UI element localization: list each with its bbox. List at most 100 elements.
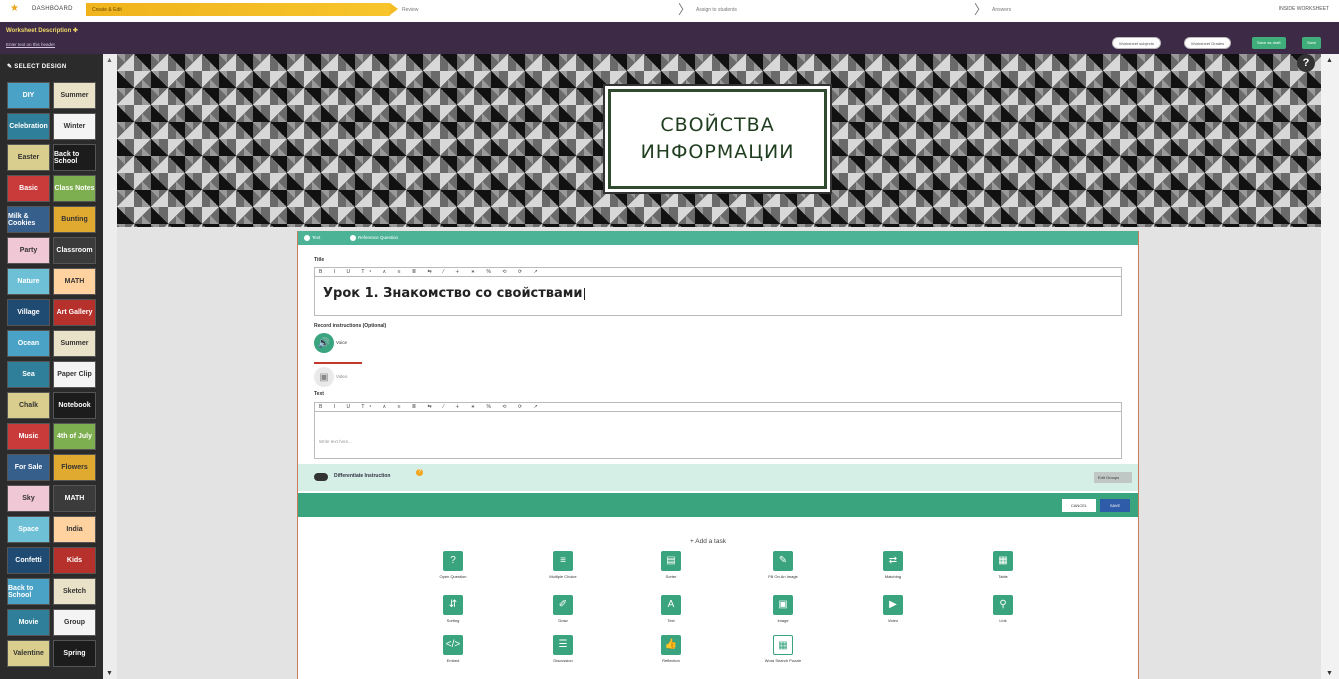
step-review[interactable]: Review <box>396 3 686 16</box>
dashboard-link[interactable]: DASHBOARD <box>32 6 73 12</box>
task-type-item[interactable]: ? Open Question <box>415 551 491 579</box>
worksheet-banner[interactable]: СВОЙСТВА ИНФОРМАЦИИ ? <box>117 54 1321 227</box>
subjects-dropdown[interactable]: Worksheet subjects <box>1112 37 1161 49</box>
design-thumb[interactable]: Summer <box>53 330 96 357</box>
task-type-item[interactable]: A Text <box>633 595 709 623</box>
save-button[interactable]: Save <box>1302 37 1322 49</box>
design-thumb[interactable]: Nature <box>7 268 50 295</box>
design-thumb[interactable]: Spring <box>53 640 96 667</box>
design-thumb[interactable]: Music <box>7 423 50 450</box>
design-thumb[interactable]: 4th of July <box>53 423 96 450</box>
title-format-toolbar[interactable]: B I U Tˢ ∧ ≡ ≣ ⇆ ⁄ ∔ ∗ % ⟲ ⟳ ↗ <box>314 267 1122 276</box>
canvas-scrollbar[interactable]: ▲ ▼ <box>1321 54 1339 679</box>
edit-groups-button[interactable]: Edit Groups <box>1094 472 1132 483</box>
design-thumb[interactable]: Paper Clip <box>53 361 96 388</box>
task-type-item[interactable]: ▦ Table <box>965 551 1041 579</box>
design-thumb[interactable]: Summer <box>53 82 96 109</box>
design-thumb[interactable]: Sky <box>7 485 50 512</box>
task-type-icon: ▶ <box>883 595 903 615</box>
design-thumb[interactable]: Space <box>7 516 50 543</box>
differentiate-label: Differentiate Instruction <box>334 473 391 479</box>
design-thumb[interactable]: Sea <box>7 361 50 388</box>
help-icon[interactable]: ? <box>1297 54 1315 72</box>
design-thumb[interactable]: Bunting <box>53 206 96 233</box>
scroll-down-icon[interactable]: ▼ <box>1326 670 1333 677</box>
task-type-icon: </> <box>443 635 463 655</box>
task-type-item[interactable]: ▣ Image <box>745 595 821 623</box>
task-type-item[interactable]: ⚲ Link <box>965 595 1041 623</box>
task-type-icon: ▤ <box>661 551 681 571</box>
title-input[interactable]: Урок 1. Знакомство со свойствами <box>314 276 1122 316</box>
step-answers[interactable]: Answers <box>986 3 1266 16</box>
task-type-item[interactable]: ☰ Discussion <box>525 635 601 663</box>
sidebar-scrollbar[interactable]: ▲ ▼ <box>103 54 117 679</box>
design-thumb[interactable]: Group <box>53 609 96 636</box>
task-type-item[interactable]: ⇄ Matching <box>855 551 931 579</box>
cancel-button[interactable]: Cancel <box>1062 499 1096 512</box>
design-thumb[interactable]: Classroom <box>53 237 96 264</box>
save-bar: Cancel Save <box>298 493 1138 517</box>
design-thumb[interactable]: India <box>53 516 96 543</box>
design-thumb[interactable]: Chalk <box>7 392 50 419</box>
design-thumb[interactable]: Movie <box>7 609 50 636</box>
text-format-toolbar[interactable]: B I U Tˢ ∧ ≡ ≣ ⇆ ⁄ ∔ ∗ % ⟲ ⟳ ↗ <box>314 402 1122 411</box>
task-type-label: Sorter <box>665 574 677 579</box>
scroll-down-icon[interactable]: ▼ <box>106 670 113 677</box>
task-type-icon: A <box>661 595 681 615</box>
design-thumb[interactable]: Class Notes <box>53 175 96 202</box>
step-create-edit[interactable]: Create & Edit <box>86 3 398 16</box>
task-type-item[interactable]: ▶ Video <box>855 595 931 623</box>
add-task-label[interactable]: + Add a task <box>690 538 726 545</box>
scroll-up-icon[interactable]: ▲ <box>106 57 113 64</box>
differentiate-toggle[interactable] <box>314 473 328 481</box>
design-thumb[interactable]: Celebration <box>7 113 50 140</box>
grades-dropdown[interactable]: Worksheet Grades <box>1184 37 1232 49</box>
save-draft-button[interactable]: Save as draft <box>1252 37 1286 49</box>
design-thumb[interactable]: Sketch <box>53 578 96 605</box>
task-type-item[interactable]: ✎ Fill On An Image <box>745 551 821 579</box>
design-thumb[interactable]: Milk & Cookies <box>7 206 50 233</box>
design-thumb[interactable]: DIY <box>7 82 50 109</box>
task-type-item[interactable]: ▤ Sorter <box>633 551 709 579</box>
panel-save-button[interactable]: Save <box>1100 499 1130 512</box>
design-thumb[interactable]: Art Gallery <box>53 299 96 326</box>
design-thumb[interactable]: Ocean <box>7 330 50 357</box>
design-thumb[interactable]: MATH <box>53 485 96 512</box>
design-thumb[interactable]: Easter <box>7 144 50 171</box>
design-thumb[interactable]: Valentine <box>7 640 50 667</box>
task-type-item[interactable]: ✐ Draw <box>525 595 601 623</box>
worksheet-description[interactable]: Worksheet Description ✚ <box>6 27 78 34</box>
scroll-up-icon[interactable]: ▲ <box>1326 57 1333 64</box>
design-thumb[interactable]: Back to School <box>7 578 50 605</box>
title-field-label: Title <box>314 257 325 263</box>
task-type-item[interactable]: </> Embed <box>415 635 491 663</box>
mode-text-radio[interactable]: Text <box>304 235 320 241</box>
design-thumb[interactable]: Confetti <box>7 547 50 574</box>
mode-reference-radio[interactable]: Reference Question <box>350 235 398 241</box>
header-sub-link[interactable]: Enter text on this header <box>6 42 55 47</box>
task-type-item[interactable]: ≡ Multiple Choice <box>525 551 601 579</box>
design-thumb[interactable]: For Sale <box>7 454 50 481</box>
design-thumb[interactable]: Village <box>7 299 50 326</box>
task-type-label: Text <box>667 618 675 623</box>
text-input[interactable]: Write text here... <box>314 411 1122 459</box>
task-type-item[interactable]: ⇵ Sorting <box>415 595 491 623</box>
step-answers-label: Answers <box>992 7 1012 13</box>
design-thumb[interactable]: Winter <box>53 113 96 140</box>
design-thumb[interactable]: Back to School <box>53 144 96 171</box>
design-thumb[interactable]: Flowers <box>53 454 96 481</box>
design-thumb[interactable]: Basic <box>7 175 50 202</box>
design-thumb[interactable]: Notebook <box>53 392 96 419</box>
design-thumb[interactable]: MATH <box>53 268 96 295</box>
video-record-icon[interactable]: ▣ <box>314 367 334 387</box>
banner-title-line2: ИНФОРМАЦИИ <box>640 141 795 163</box>
step-assign[interactable]: Assign to students <box>690 3 970 16</box>
differentiate-help-icon[interactable]: ? <box>416 469 423 476</box>
task-type-item[interactable]: ▦ Word Search Puzzle <box>745 635 821 663</box>
task-type-label: Video <box>887 618 899 623</box>
design-thumb[interactable]: Party <box>7 237 50 264</box>
design-thumb[interactable]: Kids <box>53 547 96 574</box>
task-type-item[interactable]: 👍 Reflection <box>633 635 709 663</box>
voice-record-icon[interactable]: 🔊 <box>314 333 334 353</box>
home-icon[interactable]: ★ <box>10 3 20 15</box>
